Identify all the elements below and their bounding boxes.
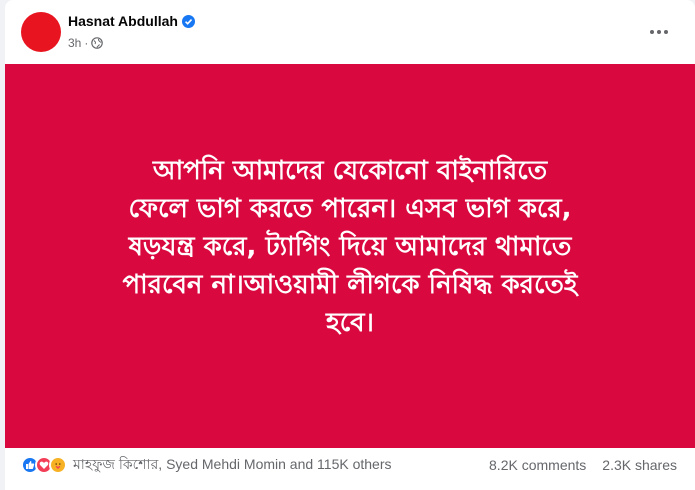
post-footer: মাহফুজ কিশোর, Syed Mehdi Momin and 115K …: [5, 448, 695, 490]
comments-count[interactable]: 8.2K comments: [489, 457, 586, 473]
post-meta: 3h ·: [68, 36, 104, 50]
care-icon: [49, 456, 67, 474]
meta-separator: ·: [84, 36, 89, 50]
content-line: পারবেন না।আওয়ামী লীগকে নিষিদ্ধ করতেই: [122, 270, 578, 300]
avatar[interactable]: [21, 12, 61, 52]
verified-badge-icon: [181, 14, 195, 28]
post-header: Hasnat Abdullah 3h ·: [5, 0, 695, 64]
content-line: ফেলে ভাগ করতে পারেন। এসব ভাগ করে,: [128, 194, 572, 224]
more-dots-icon: [650, 30, 668, 34]
post-image[interactable]: আপনি আমাদের যেকোনো বাইনারিতে ফেলে ভাগ কর…: [5, 64, 695, 448]
engagement-counts: 8.2K comments 2.3K shares: [489, 457, 677, 473]
globe-icon: [91, 37, 104, 49]
post-time[interactable]: 3h: [68, 36, 81, 50]
post-content: আপনি আমাদের যেকোনো বাইনারিতে ফেলে ভাগ কর…: [70, 152, 630, 342]
reactions-summary[interactable]: মাহফুজ কিশোর, Syed Mehdi Momin and 115K …: [21, 456, 392, 474]
author-row: Hasnat Abdullah: [68, 13, 195, 29]
content-line: ষড়যন্ত্র করে, ট্যাগিং দিয়ে আমাদের থামা…: [128, 232, 572, 262]
author-name[interactable]: Hasnat Abdullah: [68, 13, 178, 29]
content-line: হবে।: [326, 308, 374, 338]
reaction-names[interactable]: মাহফুজ কিশোর, Syed Mehdi Momin and 115K …: [73, 453, 392, 477]
content-line: আপনি আমাদের যেকোনো বাইনারিতে: [152, 156, 548, 186]
post-card: Hasnat Abdullah 3h · আপনি আমাদের যেকোনো …: [5, 0, 695, 490]
more-options-button[interactable]: [643, 16, 675, 48]
shares-count[interactable]: 2.3K shares: [602, 457, 677, 473]
